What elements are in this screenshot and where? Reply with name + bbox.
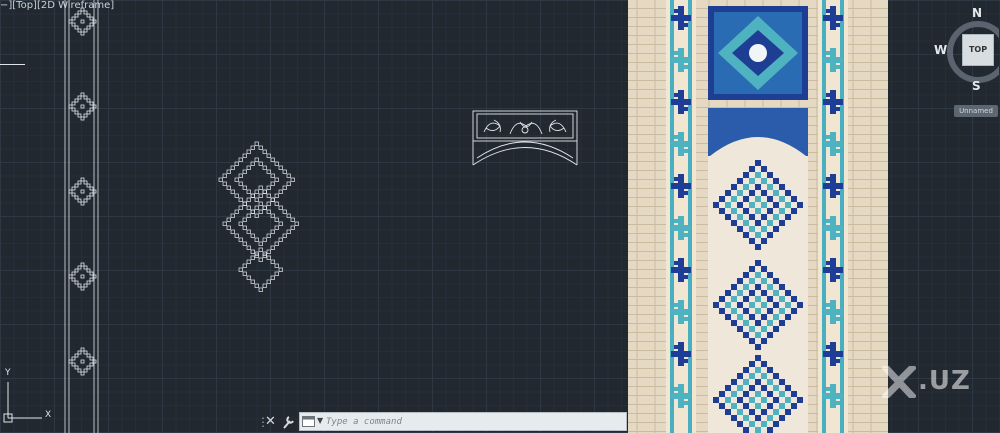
grip-handle[interactable]: ⋮ (257, 415, 269, 429)
recent-commands-dropdown-icon[interactable]: ▼ (317, 416, 323, 425)
viewcube-top-face[interactable]: TOP (962, 34, 994, 66)
command-prompt-icon[interactable] (302, 416, 315, 427)
partial-line (0, 64, 25, 65)
command-input-box[interactable]: ▼ (299, 412, 627, 431)
compass-south[interactable]: S (972, 79, 981, 93)
watermark: .UZ (880, 362, 990, 402)
viewport-controls-label[interactable]: −][Top][2D Wireframe] (0, 0, 114, 11)
customize-wrench-icon[interactable] (281, 414, 295, 430)
tile-reference-image[interactable] (628, 0, 888, 433)
watermark-logo-icon (882, 366, 916, 398)
close-icon[interactable]: ✕ (265, 414, 277, 430)
ucs-y-label: Y (5, 368, 11, 378)
arch-ornament-drawing[interactable] (470, 108, 582, 170)
drawing-canvas[interactable]: −][Top][2D Wireframe] Y X N W S TOP Unna… (0, 0, 1000, 433)
command-line-bar[interactable]: ⋮ ✕ ▼ (255, 412, 627, 432)
compass-west[interactable]: W (934, 43, 947, 57)
compass-north[interactable]: N (972, 6, 982, 20)
command-input[interactable] (326, 414, 622, 429)
ucs-menu[interactable]: Unnamed (954, 105, 998, 117)
ucs-x-label: X (45, 410, 52, 420)
viewcube[interactable]: N W S TOP Unnamed (930, 6, 1000, 117)
watermark-text: .UZ (918, 366, 971, 396)
meander-diamond-motif[interactable] (215, 140, 307, 295)
border-ornament-strip[interactable] (60, 0, 105, 433)
